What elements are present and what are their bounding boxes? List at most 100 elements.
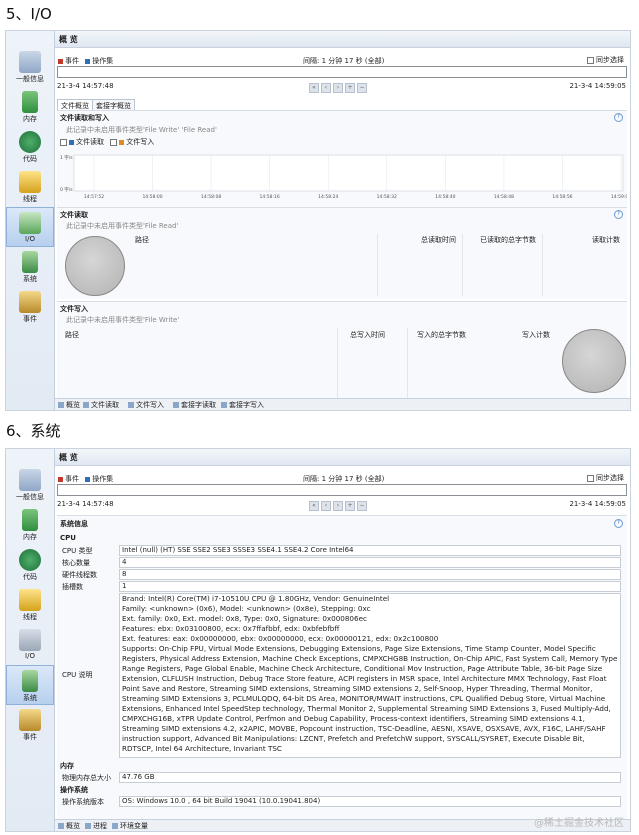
zoom-prev-button[interactable]: ‹ xyxy=(321,83,331,93)
zoom-prev-button[interactable]: ‹ xyxy=(321,501,331,511)
end-time: 21-3-4 14:59:05 xyxy=(569,82,626,90)
col-path[interactable]: 路径 xyxy=(135,235,149,245)
zoom-controls: «‹ › + − xyxy=(309,83,369,93)
column-divider xyxy=(462,234,463,296)
zoom-next-button[interactable]: › xyxy=(333,501,343,511)
zoom-out-button[interactable]: − xyxy=(357,501,367,511)
phys-mem-label: 物理内存总大小 xyxy=(62,774,111,782)
code-icon xyxy=(19,131,41,153)
col-total-read-bytes[interactable]: 已读取的总字节数 xyxy=(480,235,536,245)
overview-titlebar: 概 览 xyxy=(55,449,630,466)
monitor-icon xyxy=(19,51,41,73)
bottom-tab-overview[interactable]: 概览 xyxy=(58,400,80,410)
interval-text: 间隔: 1 分钟 17 秒 (全部) xyxy=(303,475,385,483)
cpu-type-value: Intel (null) (HT) SSE SSE2 SSE3 SSSE3 SS… xyxy=(119,545,621,556)
sidebar-item-threads[interactable]: 线程 xyxy=(6,585,54,625)
sync-checkbox[interactable] xyxy=(587,56,594,64)
sidebar-item-threads[interactable]: 线程 xyxy=(6,167,54,207)
tab-icon xyxy=(58,402,64,408)
sidebar-item-memory[interactable]: 内存 xyxy=(6,87,54,127)
file-rw-legend: 文件读取 文件写入 xyxy=(60,137,154,147)
bottom-tab-socket-read[interactable]: 套接字读取 xyxy=(173,400,216,410)
file-rw-chart: 14:57:52 14:58:00 14:58:08 14:58:16 14:58:24… xyxy=(60,154,627,200)
bottom-tab-socket-write[interactable]: 套接字写入 xyxy=(221,400,264,410)
column-divider xyxy=(542,234,543,296)
bottom-tab-file-write[interactable]: 文件写入 xyxy=(128,400,164,410)
bottom-tab-overview[interactable]: 概览 xyxy=(58,821,80,831)
main-panel: 概 览 事件 操作集 间隔: 1 分钟 17 秒 (全部) 同步选择 21-3-… xyxy=(55,31,630,410)
memory-icon xyxy=(22,509,38,531)
x-tick-label: 14:58:32 xyxy=(377,194,397,200)
sync-checkbox[interactable] xyxy=(587,474,594,482)
y-tick-label: 1 字/s xyxy=(60,154,73,161)
bottom-tabs: 概览 文件读取 文件写入 套接字读取 套接字写入 xyxy=(55,398,630,410)
sidebar-item-memory[interactable]: 内存 xyxy=(6,505,54,545)
cpu-desc-value: Brand: Intel(R) Core(TM) i7-10510U CPU @… xyxy=(119,593,621,758)
sidebar-item-code[interactable]: 代码 xyxy=(6,127,54,167)
file-write-title: 文件写入 xyxy=(60,305,88,313)
tab-file-overview[interactable]: 文件概览 xyxy=(57,99,93,110)
col-total-write-bytes[interactable]: 写入的总字节数 xyxy=(417,330,466,340)
sidebar-item-system[interactable]: 系统 xyxy=(6,247,54,287)
cpu-heading: CPU xyxy=(60,534,76,542)
file-write-note: 此记录中未启用事件类型'File Write' xyxy=(66,316,180,324)
tab-icon xyxy=(221,402,227,408)
zoom-out-button[interactable]: − xyxy=(357,83,367,93)
tab-socket-overview[interactable]: 套接字概览 xyxy=(92,99,135,110)
bottom-tab-env-vars[interactable]: 环境变量 xyxy=(112,821,148,831)
os-version-label: 操作系统版本 xyxy=(62,798,104,806)
sidebar-item-general[interactable]: 一般信息 xyxy=(6,47,54,87)
x-tick-label: 14:59:04 xyxy=(611,194,627,200)
sidebar-item-code[interactable]: 代码 xyxy=(6,545,54,585)
zoom-in-button[interactable]: + xyxy=(345,83,355,93)
help-icon[interactable]: ? xyxy=(614,113,623,122)
read-checkbox[interactable] xyxy=(60,138,67,146)
phys-mem-value: 47.76 GB xyxy=(119,772,621,783)
help-icon[interactable]: ? xyxy=(614,210,623,219)
zoom-in-button[interactable]: + xyxy=(345,501,355,511)
zoom-next-button[interactable]: › xyxy=(333,83,343,93)
zoom-first-button[interactable]: « xyxy=(309,501,319,511)
col-total-write-time[interactable]: 总写入时间 xyxy=(350,330,385,340)
tab-icon xyxy=(83,402,89,408)
overview-title: 概 览 xyxy=(59,453,78,462)
sidebar-item-events[interactable]: 事件 xyxy=(6,287,54,327)
column-divider xyxy=(377,234,378,296)
file-read-pie xyxy=(65,236,125,296)
system-info-title: 系统信息 xyxy=(60,520,88,528)
sidebar-item-system[interactable]: 系统 xyxy=(6,665,54,705)
help-icon[interactable]: ? xyxy=(614,519,623,528)
plot-area xyxy=(73,154,624,192)
hw-threads-value: 8 xyxy=(119,569,621,580)
watermark: @稀土掘金技术社区 xyxy=(534,818,624,829)
sidebar-item-io[interactable]: I/O xyxy=(6,207,54,247)
col-read-count[interactable]: 读取计数 xyxy=(592,235,620,245)
x-tick-label: 14:58:56 xyxy=(552,194,572,200)
x-tick-label: 14:58:08 xyxy=(201,194,221,200)
zoom-first-button[interactable]: « xyxy=(309,83,319,93)
write-checkbox[interactable] xyxy=(110,138,118,146)
file-rw-title: 文件读取和写入 xyxy=(60,114,109,122)
io-screenshot: 一般信息 内存 代码 线程 I/O 系统 事件 概 览 事件 操作集 间隔: 1… xyxy=(5,30,631,411)
monitor-icon xyxy=(19,469,41,491)
sidebar-item-general[interactable]: 一般信息 xyxy=(6,465,54,505)
main-panel: 概 览 事件 操作集 间隔: 1 分钟 17 秒 (全部) 同步选择 21-3-… xyxy=(55,449,630,831)
col-total-read-time[interactable]: 总读取时间 xyxy=(421,235,456,245)
timeline-bar[interactable] xyxy=(57,66,627,78)
system-icon xyxy=(22,670,38,692)
system-screenshot: 一般信息 内存 代码 线程 I/O 系统 事件 概 览 事件 操作集 间隔: 1… xyxy=(5,448,631,832)
sidebar-item-io[interactable]: I/O xyxy=(6,625,54,665)
bottom-tab-file-read[interactable]: 文件读取 xyxy=(83,400,119,410)
sync-selection[interactable]: 同步选择 xyxy=(587,55,624,65)
col-write-count[interactable]: 写入计数 xyxy=(522,330,550,340)
bottom-tab-processes[interactable]: 进程 xyxy=(85,821,107,831)
start-time: 21-3-4 14:57:48 xyxy=(57,500,114,508)
end-time: 21-3-4 14:59:05 xyxy=(569,500,626,508)
io-icon xyxy=(19,629,41,651)
file-read-title: 文件读取 xyxy=(60,211,88,219)
x-tick-label: 14:58:40 xyxy=(435,194,455,200)
sync-selection[interactable]: 同步选择 xyxy=(587,473,624,483)
col-path[interactable]: 路径 xyxy=(65,330,79,340)
timeline-bar[interactable] xyxy=(57,484,627,496)
sidebar-item-events[interactable]: 事件 xyxy=(6,705,54,745)
